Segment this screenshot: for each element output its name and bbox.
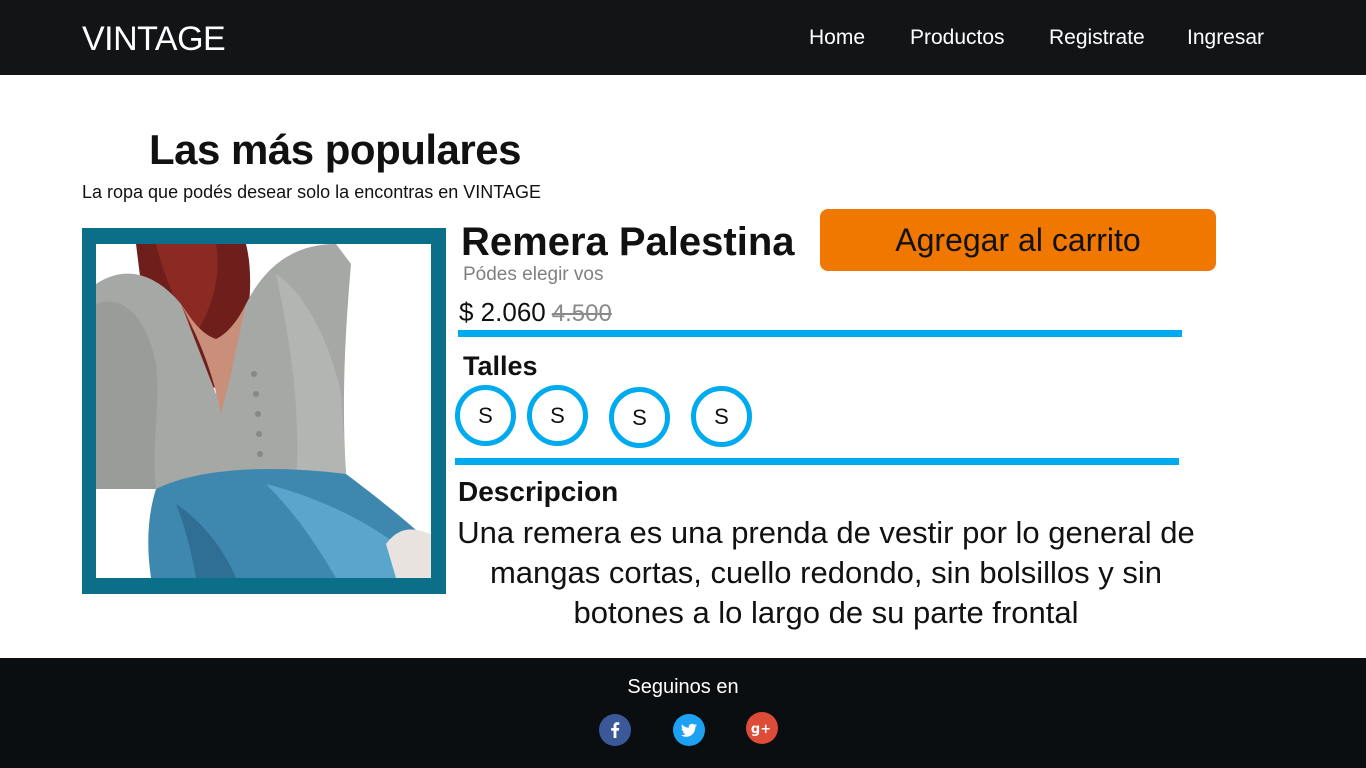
current-price: $ 2.060	[459, 297, 546, 327]
size-option[interactable]: S	[455, 385, 516, 446]
section-subtitle: La ropa que podés desear solo la encontr…	[82, 182, 541, 202]
facebook-icon[interactable]	[599, 714, 631, 746]
product-name: Remera Palestina	[461, 220, 795, 264]
product-note: Pódes elegir vos	[463, 264, 604, 285]
nav-productos[interactable]: Productos	[910, 25, 1005, 51]
divider	[458, 330, 1182, 337]
size-option[interactable]: S	[609, 387, 670, 448]
svg-text:g+: g+	[751, 722, 771, 737]
section-title: Las más populares	[149, 126, 521, 173]
description-text: Una remera es una prenda de vestir por l…	[457, 515, 1195, 630]
product-image-frame	[82, 228, 446, 594]
product-photo	[96, 244, 431, 578]
site-header: VINTAGE Home Productos Registrate Ingres…	[0, 0, 1366, 75]
follow-us-label: Seguinos en	[627, 676, 739, 698]
divider	[455, 458, 1179, 465]
nav-home[interactable]: Home	[809, 25, 865, 51]
main-nav: Home Productos Registrate Ingresar	[0, 25, 1366, 55]
twitter-icon[interactable]	[673, 714, 705, 746]
old-price: 4.500	[551, 300, 612, 327]
add-to-cart-button[interactable]: Agregar al carrito	[820, 209, 1216, 271]
google-plus-icon[interactable]: g+	[746, 712, 778, 744]
description-title: Descripcion	[458, 476, 619, 507]
site-footer: Seguinos en g+	[0, 658, 1366, 768]
nav-ingresar[interactable]: Ingresar	[1187, 25, 1264, 51]
size-option[interactable]: S	[527, 385, 588, 446]
product-image[interactable]	[96, 244, 431, 578]
sizes-title: Talles	[463, 351, 538, 381]
price-row: $ 2.060 4.500	[459, 297, 612, 329]
size-option[interactable]: S	[691, 386, 752, 447]
nav-registrate[interactable]: Registrate	[1049, 25, 1145, 51]
